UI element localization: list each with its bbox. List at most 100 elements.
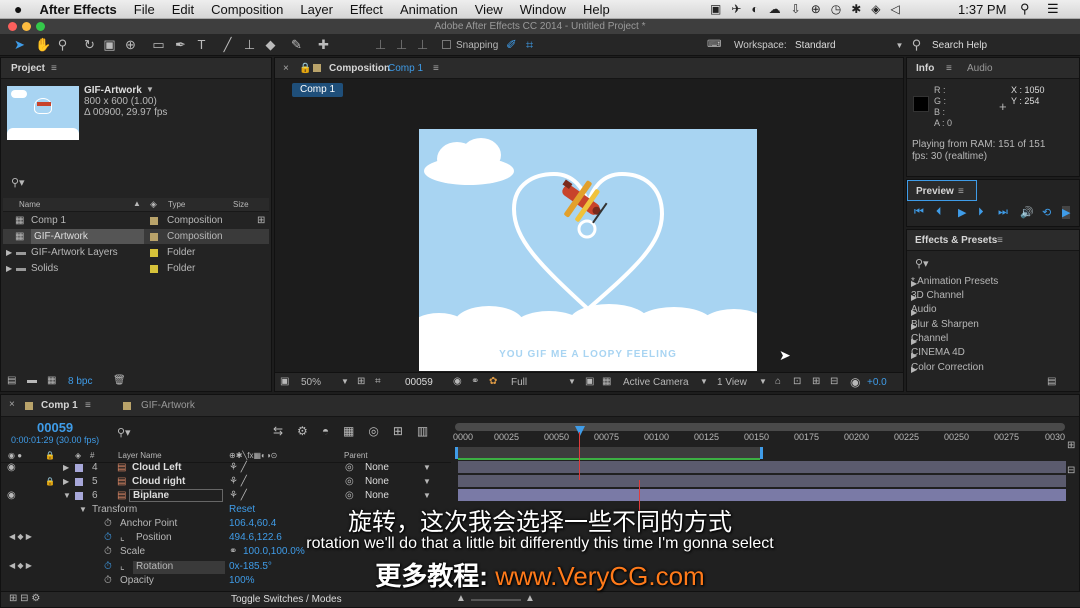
timeline-tab-gif-artwork[interactable]: GIF-Artwork bbox=[141, 400, 195, 411]
next-frame-icon[interactable]: ⏵ bbox=[978, 206, 984, 219]
loop-icon[interactable]: ⟲ bbox=[1042, 206, 1051, 219]
view-layout-select[interactable]: 1 View bbox=[717, 377, 747, 388]
layer-name[interactable]: Biplane bbox=[129, 489, 223, 502]
resolution-dropdown-icon[interactable]: ▼ bbox=[568, 377, 576, 386]
timeline-switch-icons[interactable]: ⇆⚙◓▦◎⊞▥ bbox=[273, 424, 442, 438]
current-time-display[interactable]: 00059 bbox=[405, 377, 433, 388]
project-item-row[interactable]: ▶ ▬ GIF-Artwork Layers Folder bbox=[3, 245, 269, 260]
project-item-dropdown-icon[interactable]: ▼ bbox=[146, 85, 154, 94]
rotate-tool-icon[interactable]: ↻ bbox=[83, 38, 96, 51]
timeline-search-icon[interactable]: ⚲▾ bbox=[117, 426, 131, 439]
play-icon[interactable]: ▶ bbox=[958, 206, 966, 219]
effects-item[interactable]: * Animation Presets bbox=[911, 274, 1077, 289]
layer-bar-cloud-right[interactable] bbox=[458, 475, 1066, 487]
col-layer-name[interactable]: Layer Name bbox=[118, 451, 162, 460]
timeline-tab-comp1[interactable]: Comp 1 bbox=[41, 400, 78, 411]
bpc-label[interactable]: 8 bpc bbox=[68, 376, 92, 387]
visibility-eye-icon[interactable]: ◉ bbox=[7, 461, 16, 475]
graph-editor-icon[interactable]: ⊟ bbox=[1067, 465, 1075, 476]
layer-switches[interactable]: ⚘ ╱ bbox=[229, 475, 247, 489]
previous-frame-icon[interactable]: ⏴ bbox=[936, 206, 942, 219]
menu-window[interactable]: Window bbox=[520, 2, 566, 17]
effects-item[interactable]: Blur & Sharpen bbox=[911, 317, 1077, 332]
camera-select[interactable]: Active Camera bbox=[623, 377, 689, 388]
status-icons[interactable]: ▣✈◐☁⇩⊕◷✱◈◁ bbox=[710, 2, 910, 16]
menu-help[interactable]: Help bbox=[583, 2, 610, 17]
effects-item[interactable]: 3D Channel bbox=[911, 288, 1077, 303]
layer-row[interactable]: ◉ ▼ 6 ▤ Biplane ⚘ ╱ ◎ None ▼ bbox=[1, 489, 451, 503]
menu-animation[interactable]: Animation bbox=[400, 2, 458, 17]
preview-menu-icon[interactable]: ≡ bbox=[958, 186, 964, 197]
label-swatch[interactable] bbox=[150, 249, 158, 257]
project-tab[interactable]: Project bbox=[11, 63, 45, 74]
parent-pickwhip-icon[interactable]: ◎ bbox=[345, 475, 354, 489]
composition-tab[interactable]: Composition bbox=[329, 63, 390, 74]
lock-icon[interactable]: 🔒 bbox=[299, 63, 311, 74]
audio-icon[interactable]: 🔊 bbox=[1020, 206, 1034, 219]
layer-bar-biplane[interactable] bbox=[458, 489, 1066, 501]
comp-viewer-tab[interactable]: Comp 1 bbox=[292, 83, 344, 97]
menu-composition[interactable]: Composition bbox=[211, 2, 283, 17]
effects-item[interactable]: CINEMA 4D bbox=[911, 345, 1077, 360]
effects-tab[interactable]: Effects & Presets bbox=[915, 235, 997, 246]
axis-local-icon[interactable]: ⊥ bbox=[374, 38, 387, 51]
info-tab[interactable]: Info bbox=[916, 63, 934, 74]
parent-dropdown-icon[interactable]: ▼ bbox=[423, 475, 431, 489]
puppet-tool-icon[interactable]: ✚ bbox=[317, 38, 330, 51]
camera-dropdown-icon[interactable]: ▼ bbox=[700, 377, 708, 386]
view-layout-dropdown-icon[interactable]: ▼ bbox=[759, 377, 767, 386]
ram-preview-icon[interactable]: ▶ bbox=[1062, 206, 1071, 219]
layer-parent[interactable]: None bbox=[365, 461, 389, 475]
axis-view-icon[interactable]: ⊥ bbox=[416, 38, 429, 51]
timeline-close-icon[interactable]: × bbox=[9, 399, 15, 410]
new-composition-icon[interactable]: ▦ bbox=[47, 375, 56, 386]
pen-tool-icon[interactable]: ✒ bbox=[174, 38, 187, 51]
composition-menu-icon[interactable]: ≡ bbox=[433, 63, 439, 74]
snapshot-icon[interactable]: ◉ bbox=[453, 376, 462, 387]
search-help-icon[interactable]: ⚲ bbox=[910, 38, 923, 51]
expand-layer-icon[interactable]: ▶ bbox=[63, 461, 69, 475]
always-preview-icon[interactable]: ▣ bbox=[280, 376, 289, 387]
project-item-row[interactable]: ▶ ▬ Solids Folder bbox=[3, 261, 269, 276]
last-frame-icon[interactable]: ⏭ bbox=[998, 206, 1008, 219]
menu-layer[interactable]: Layer bbox=[300, 2, 333, 17]
resolution-select[interactable]: Full bbox=[511, 377, 527, 388]
effects-item[interactable]: Color Correction bbox=[911, 360, 1077, 375]
new-folder-icon[interactable]: ▬ bbox=[27, 375, 37, 386]
column-size[interactable]: Size bbox=[233, 200, 249, 209]
apple-icon[interactable]: ● bbox=[14, 1, 22, 17]
magnification-dropdown-icon[interactable]: ▼ bbox=[341, 377, 349, 386]
label-swatch[interactable] bbox=[150, 217, 158, 225]
label-swatch[interactable] bbox=[150, 265, 158, 273]
preview-tab[interactable]: Preview bbox=[916, 186, 954, 197]
parent-pickwhip-icon[interactable]: ◎ bbox=[345, 489, 354, 503]
layer-name[interactable]: Cloud Left bbox=[132, 461, 181, 475]
effects-item[interactable]: Channel bbox=[911, 331, 1077, 346]
time-ruler[interactable]: 0000 00025 00050 00075 00100 00125 00150… bbox=[453, 432, 1067, 448]
layer-label-swatch[interactable] bbox=[75, 492, 83, 500]
search-help-input[interactable]: Search Help bbox=[932, 40, 987, 51]
type-tool-icon[interactable]: T bbox=[195, 38, 208, 51]
snap-feather-icon[interactable]: ⌗ bbox=[523, 38, 536, 51]
visibility-eye-icon[interactable]: ◉ bbox=[7, 489, 16, 503]
layer-row[interactable]: ◉ ▶ 4 ▤ Cloud Left ⚘ ╱ ◎ None ▼ bbox=[1, 461, 451, 475]
fast-previews-icon[interactable]: ⊡ bbox=[793, 376, 801, 387]
zoom-in-icon[interactable]: ▲ bbox=[525, 593, 535, 604]
zoom-tool-icon[interactable]: ⚲ bbox=[56, 38, 69, 51]
spotlight-icon[interactable]: ⚲ bbox=[1020, 1, 1030, 17]
workspace-select[interactable]: Standard bbox=[795, 40, 836, 51]
workspace-icon[interactable]: ⌨ bbox=[707, 38, 721, 51]
effects-search-icon[interactable]: ⚲▾ bbox=[915, 257, 929, 270]
menu-view[interactable]: View bbox=[475, 2, 503, 17]
project-item-name[interactable]: GIF-Artwork bbox=[84, 85, 142, 96]
menubar-clock[interactable]: 1:37 PM bbox=[958, 2, 1006, 17]
timeline-icon[interactable]: ⊞ bbox=[812, 376, 820, 387]
layer-label-swatch[interactable] bbox=[75, 478, 83, 486]
composition-tab-name[interactable]: Comp 1 bbox=[388, 63, 423, 74]
effects-menu-icon[interactable]: ≡ bbox=[997, 235, 1003, 246]
magnification-select[interactable]: 50% bbox=[301, 377, 321, 388]
camera-tool-icon[interactable]: ▣ bbox=[103, 38, 116, 51]
layer-name[interactable]: Cloud right bbox=[132, 475, 185, 489]
project-search-icon[interactable]: ⚲▾ bbox=[11, 176, 25, 189]
snap-edge-icon[interactable]: ✐ bbox=[505, 38, 518, 51]
